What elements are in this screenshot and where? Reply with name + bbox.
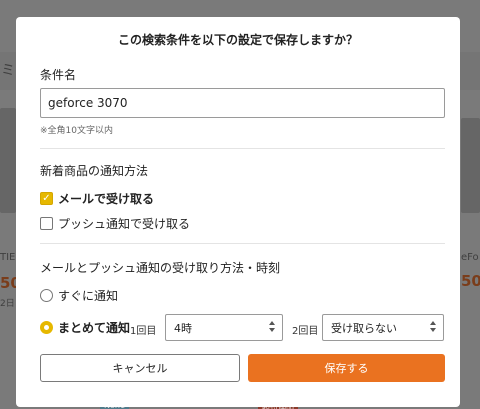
second-time-select[interactable]: 受け取らない [322,314,444,341]
select-arrows-icon [269,321,275,332]
save-search-dialog: この検索条件を以下の設定で保存しますか？ 条件名 ※全角10文字以内 新着商品の… [16,17,460,407]
background-product-label-right: eFo [461,252,479,263]
background-product-image-right [461,118,480,213]
immediate-notify-label: すぐに通知 [58,289,119,303]
notify-method-label: 新着商品の通知方法 [40,164,149,178]
save-button[interactable]: 保存する [248,354,445,382]
push-notify-label: プッシュ通知で受け取る [58,217,191,231]
divider [40,243,445,244]
email-notify-checkbox-row[interactable]: ✓ メールで受け取る [40,190,154,207]
dialog-title: この検索条件を以下の設定で保存しますか？ [117,33,358,47]
divider [40,148,445,149]
background-price-right: 500 [461,272,480,290]
cancel-button[interactable]: キャンセル [40,354,240,382]
condition-name-label: 条件名 [40,68,77,82]
push-notify-checkbox-row[interactable]: プッシュ通知で受け取る [40,215,190,232]
first-time-label: 1回目 [130,326,157,337]
background-date-left: 2日 [0,299,15,309]
second-time-value: 受け取らない [331,321,397,335]
second-time-label: 2回目 [292,326,319,337]
batch-notify-label: まとめて通知 [58,321,131,335]
batch-notify-radio-row[interactable]: まとめて通知 [40,319,130,336]
background-menu-glyph: ミ [1,63,15,79]
background-product-image-left [0,108,16,213]
first-time-select[interactable]: 4時 [165,314,283,341]
immediate-notify-radio-row[interactable]: すぐに通知 [40,287,118,304]
first-time-value: 4時 [174,321,192,335]
condition-name-hint: ※全角10文字以内 [40,126,113,136]
email-notify-label: メールで受け取る [58,192,155,206]
select-arrows-icon [430,321,436,332]
radio-icon[interactable] [40,289,53,302]
radio-selected-icon[interactable] [40,321,53,334]
checkbox-icon[interactable] [40,217,53,230]
check-icon[interactable]: ✓ [40,192,53,205]
timing-label: メールとプッシュ通知の受け取り方法・時刻 [40,261,281,275]
condition-name-input[interactable] [40,88,445,118]
